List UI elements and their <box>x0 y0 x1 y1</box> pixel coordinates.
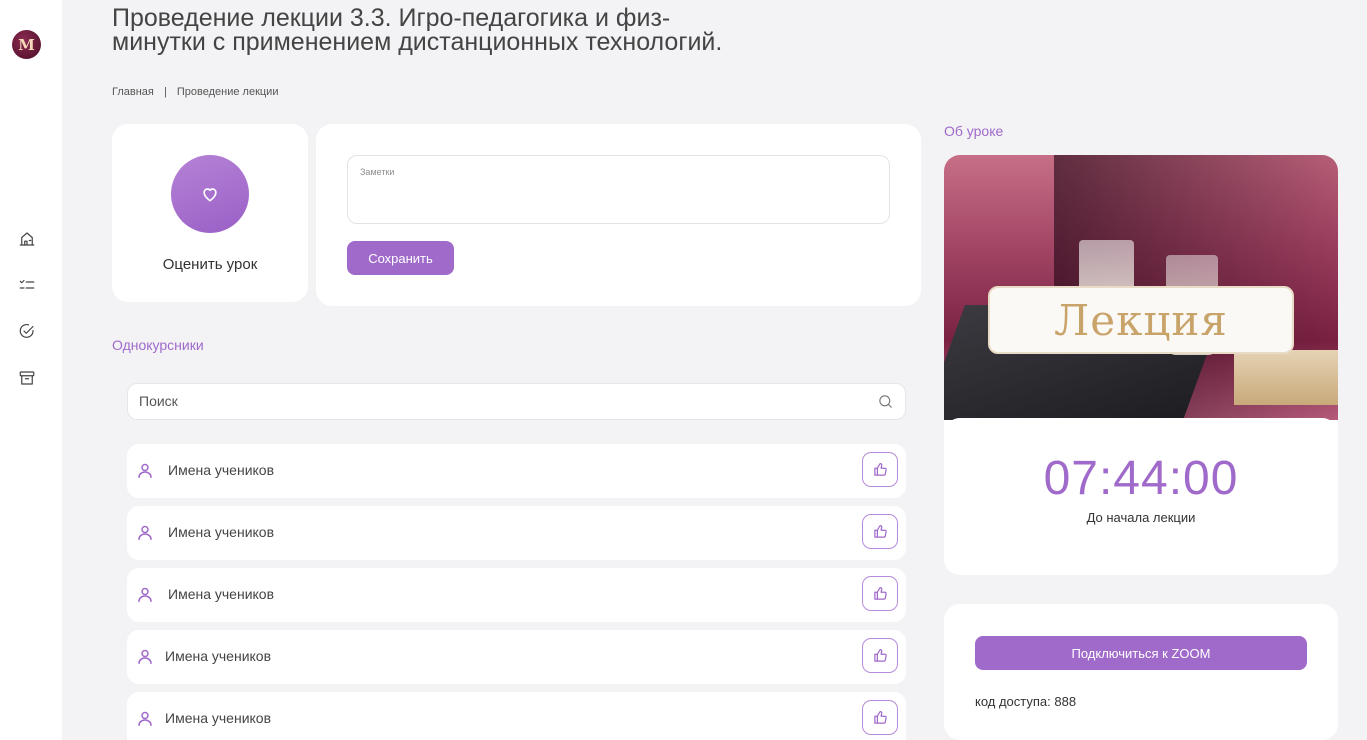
logo[interactable]: M <box>12 30 41 59</box>
list-item: Имена учеников <box>127 630 906 684</box>
thumbs-up-icon <box>873 587 887 600</box>
rate-lesson-card: Оценить урок <box>112 124 308 302</box>
search-icon[interactable] <box>877 393 894 410</box>
student-name: Имена учеников <box>168 524 275 540</box>
person-icon <box>138 711 152 726</box>
thumbs-up-icon <box>873 463 887 476</box>
checklist-icon[interactable] <box>17 275 37 295</box>
rate-lesson-button[interactable] <box>171 155 249 233</box>
about-section-label: Об уроке <box>944 123 1004 139</box>
person-icon <box>138 463 152 478</box>
thumbs-up-icon <box>873 525 887 538</box>
check-circle-icon[interactable] <box>17 321 37 341</box>
list-item: Имена учеников <box>127 506 906 560</box>
page-title: Проведение лекции 3.3. Игро-педагогика и… <box>112 6 732 55</box>
logo-letter: M <box>18 35 35 54</box>
list-item: Имена учеников <box>127 692 906 740</box>
countdown-timer: 07:44:00 <box>1043 452 1239 505</box>
connect-zoom-button[interactable]: Подключиться к ZOOM <box>975 636 1307 670</box>
thumbs-up-icon <box>873 649 887 662</box>
student-name: Имена учеников <box>165 710 272 726</box>
home-icon[interactable] <box>17 229 37 249</box>
like-button[interactable] <box>862 638 898 673</box>
classmates-section-label: Однокурсники <box>112 337 204 353</box>
timer-caption: До начала лекции <box>1086 510 1196 525</box>
breadcrumb-current: Проведение лекции <box>176 86 279 98</box>
breadcrumb: Главная | Проведение лекции <box>112 86 278 98</box>
lecture-image: Лекция <box>944 155 1338 420</box>
person-icon <box>138 587 152 602</box>
like-button[interactable] <box>862 452 898 487</box>
timer-panel: 07:44:00 До начала лекции <box>944 418 1338 575</box>
heart-icon <box>203 188 217 202</box>
access-code: код доступа: 888 <box>975 694 1077 709</box>
like-button[interactable] <box>862 514 898 549</box>
search-input[interactable] <box>139 384 859 418</box>
rate-lesson-label: Оценить урок <box>162 256 258 273</box>
person-icon <box>138 525 152 540</box>
breadcrumb-separator: | <box>163 86 167 98</box>
like-button[interactable] <box>862 700 898 735</box>
thumbs-up-icon <box>873 711 887 724</box>
like-button[interactable] <box>862 576 898 611</box>
list-item: Имена учеников <box>127 568 906 622</box>
lecture-banner: Лекция <box>988 286 1294 354</box>
notes-input[interactable] <box>347 155 890 224</box>
breadcrumb-home[interactable]: Главная <box>112 86 154 98</box>
zoom-card: Подключиться к ZOOM код доступа: 888 <box>944 604 1338 740</box>
save-button[interactable]: Сохранить <box>347 241 454 275</box>
sidebar: M <box>0 0 62 740</box>
archive-icon[interactable] <box>17 368 37 388</box>
person-icon <box>138 649 152 664</box>
list-item: Имена учеников <box>127 444 906 498</box>
lecture-card: Лекция 07:44:00 До начала лекции <box>944 155 1338 575</box>
student-name: Имена учеников <box>168 462 275 478</box>
image-book <box>1234 350 1338 405</box>
student-name: Имена учеников <box>165 648 272 664</box>
student-name: Имена учеников <box>168 586 275 602</box>
search-box <box>127 383 906 420</box>
notes-card: Сохранить <box>316 124 921 306</box>
